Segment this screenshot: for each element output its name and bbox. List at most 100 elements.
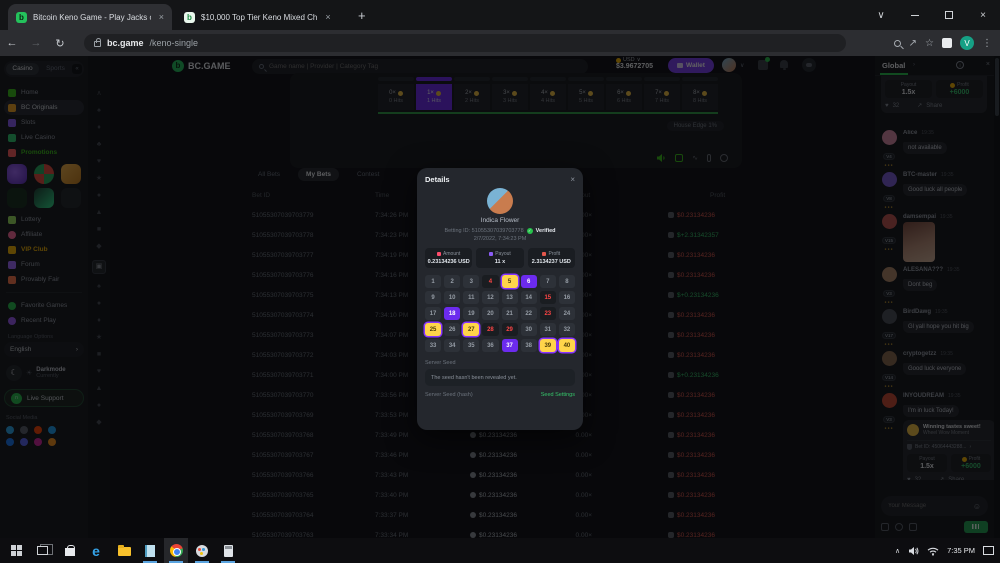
player-avatar — [487, 188, 513, 214]
clock[interactable]: 7:35 PM — [947, 546, 975, 555]
bet-details-modal: Details × Indica Flower Betting ID: 5105… — [417, 168, 583, 430]
keno-cell: 11 — [463, 291, 479, 304]
microsoft-store-icon[interactable] — [58, 538, 82, 563]
lock-icon — [94, 41, 101, 47]
keno-cell: 26 — [444, 323, 460, 336]
keno-cell: 21 — [502, 307, 518, 320]
stat-box: Payout 11 x — [476, 248, 523, 268]
keno-cell: 38 — [521, 339, 537, 352]
keno-cell: 25 — [425, 323, 441, 336]
forward-icon[interactable]: → — [24, 37, 48, 49]
keno-cell: 24 — [559, 307, 575, 320]
keno-cell: 3 — [463, 275, 479, 288]
keno-cell: 4 — [482, 275, 498, 288]
paint-icon[interactable] — [190, 538, 214, 563]
bcgame-favicon-2: b — [184, 12, 195, 23]
keno-cell: 28 — [482, 323, 498, 336]
tab-keno-game[interactable]: b Bitcoin Keno Game - Play Jacks o × — [8, 4, 172, 30]
keno-cell: 9 — [425, 291, 441, 304]
new-tab-icon[interactable]: + — [358, 8, 366, 23]
url-path: /keno-single — [150, 38, 199, 48]
keno-cell: 31 — [540, 323, 556, 336]
bet-stats: Amount 0.23134236 USD Payout 11 x Profit… — [425, 248, 575, 268]
url-host: bc.game — [107, 38, 144, 48]
calculator-icon[interactable] — [216, 538, 240, 563]
keno-cell: 12 — [482, 291, 498, 304]
bookmark-star-icon[interactable]: ☆ — [925, 38, 934, 49]
keno-cell: 20 — [482, 307, 498, 320]
edge-icon[interactable]: e — [84, 538, 108, 563]
keno-cell: 34 — [444, 339, 460, 352]
bet-datetime: 2/7/2022, 7:34:23 PM — [425, 236, 575, 242]
keno-cell: 5 — [502, 275, 518, 288]
keno-grid: 1 2 3 4 5 6 7 8 9 10 11 12 — [425, 275, 575, 352]
reload-icon[interactable]: ↻ — [48, 37, 72, 50]
keno-cell: 23 — [540, 307, 556, 320]
stat-box: Profit 2.3134237 USD — [528, 248, 575, 268]
stat-value: 0.23134236 USD — [427, 259, 470, 265]
tab-close-icon[interactable]: × — [325, 12, 330, 22]
stat-icon — [542, 252, 546, 256]
stat-label: Profit — [548, 251, 560, 257]
keno-cell: 6 — [521, 275, 537, 288]
wifi-icon[interactable] — [927, 546, 939, 556]
keno-cell: 1 — [425, 275, 441, 288]
keno-cell: 30 — [521, 323, 537, 336]
keno-cell: 18 — [444, 307, 460, 320]
keno-cell: 10 — [444, 291, 460, 304]
keno-cell: 8 — [559, 275, 575, 288]
hidden-icons-chevron[interactable]: ∧ — [895, 547, 900, 555]
modal-close-icon[interactable]: × — [570, 175, 575, 184]
keno-cell: 32 — [559, 323, 575, 336]
action-center-icon[interactable] — [983, 546, 994, 555]
windows-taskbar: e ∧ 7:35 PM — [0, 538, 1000, 563]
verified-label: Verified — [536, 228, 556, 234]
keno-cell: 33 — [425, 339, 441, 352]
start-button[interactable] — [4, 538, 28, 563]
tab-search-chevron-icon[interactable]: ∨ — [864, 0, 898, 30]
task-view-icon[interactable] — [30, 538, 54, 563]
verified-shield-icon: ✓ — [527, 228, 533, 234]
browser-menu-icon[interactable]: ⋮ — [982, 38, 992, 49]
seed-settings-link[interactable]: Seed Settings — [541, 392, 575, 398]
keno-cell: 36 — [482, 339, 498, 352]
betting-id: Betting ID: 51055307039703778 — [444, 228, 523, 234]
keno-cell: 17 — [425, 307, 441, 320]
volume-icon[interactable] — [908, 546, 919, 556]
server-seed-label: Server Seed — [425, 360, 575, 366]
keno-cell: 19 — [463, 307, 479, 320]
tab-close-icon[interactable]: × — [159, 12, 164, 22]
back-icon[interactable]: ← — [0, 37, 24, 49]
notepad-app-icon[interactable] — [138, 538, 162, 563]
keno-cell: 14 — [521, 291, 537, 304]
keno-cell: 27 — [463, 323, 479, 336]
modal-title: Details — [425, 175, 450, 184]
keno-cell: 40 — [559, 339, 575, 352]
tab-title: Bitcoin Keno Game - Play Jacks o — [33, 13, 151, 22]
stat-label: Payout — [495, 251, 511, 257]
browser-toolbar: ← → ↻ bc.game/keno-single — [0, 30, 1000, 56]
keno-cell: 37 — [502, 339, 518, 352]
keno-cell: 2 — [444, 275, 460, 288]
browser-profile-avatar[interactable]: V — [960, 36, 974, 50]
file-explorer-icon[interactable] — [112, 538, 136, 563]
minimize-icon[interactable] — [898, 0, 932, 30]
tab-strip: b Bitcoin Keno Game - Play Jacks o × b $… — [0, 0, 1000, 30]
extensions-icon[interactable] — [942, 38, 952, 48]
stat-label: Amount — [443, 251, 460, 257]
keno-cell: 29 — [502, 323, 518, 336]
server-seed-hash-label: Server Seed (hash) — [425, 392, 473, 398]
zoom-icon[interactable] — [894, 40, 901, 47]
chrome-icon[interactable] — [164, 538, 188, 563]
bcgame-favicon: b — [16, 12, 27, 23]
address-bar[interactable]: bc.game/keno-single — [84, 34, 846, 52]
system-tray: ∧ 7:35 PM — [895, 538, 994, 563]
keno-cell: 7 — [540, 275, 556, 288]
keno-cell: 39 — [540, 339, 556, 352]
window-close-icon[interactable]: × — [966, 0, 1000, 30]
stat-value: 11 x — [478, 259, 521, 265]
maximize-icon[interactable] — [932, 0, 966, 30]
stat-icon — [489, 252, 493, 256]
share-icon[interactable]: ↗ — [909, 38, 917, 49]
tab-promo[interactable]: b $10,000 Top Tier Keno Mixed Ch × — [176, 4, 346, 30]
